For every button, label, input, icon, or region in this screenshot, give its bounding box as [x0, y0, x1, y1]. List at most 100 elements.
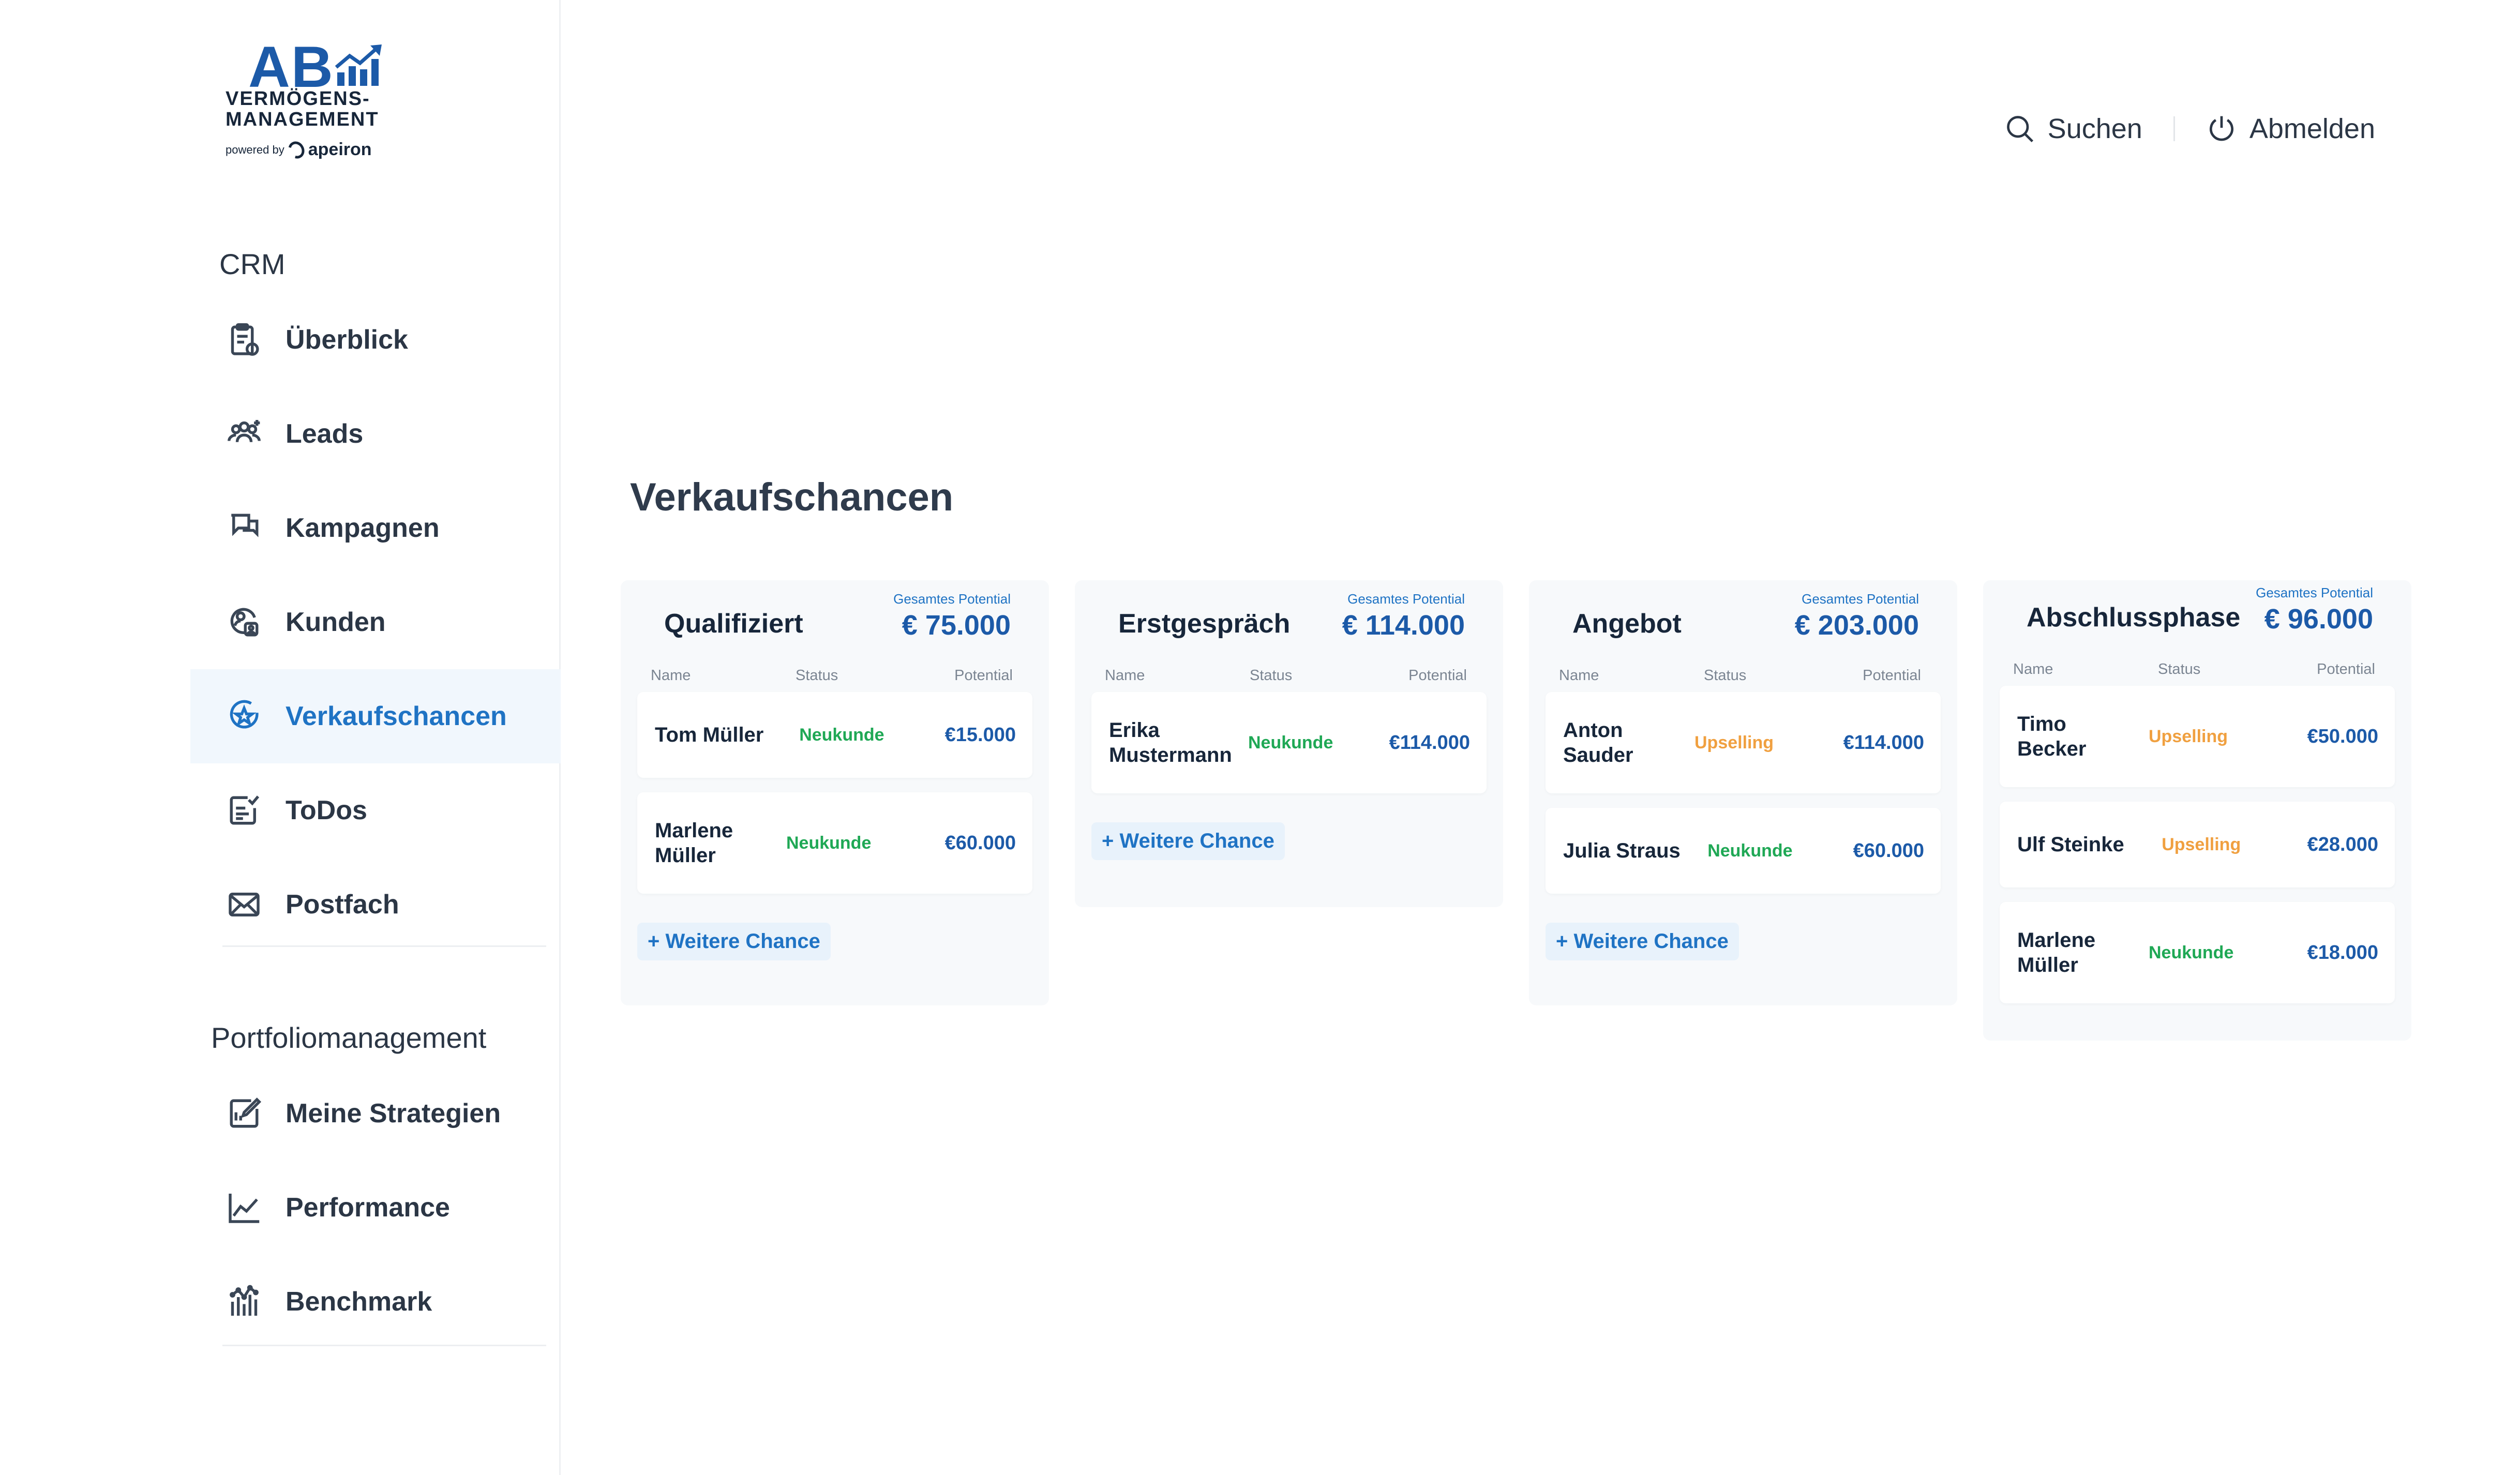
opportunity-card[interactable]: Ulf Steinke Upselling €28.000	[2000, 802, 2395, 887]
column-table-headers: Name Status Potential	[1091, 659, 1487, 692]
sidebar-item-label: Leads	[286, 419, 364, 449]
column-header: Qualifiziert Gesamtes Potential € 75.000	[637, 580, 1032, 659]
sidebar-item-label: Verkaufschancen	[286, 701, 507, 731]
opportunity-card[interactable]: Marlene Müller Neukunde €60.000	[637, 792, 1032, 894]
power-icon	[2209, 116, 2233, 141]
apeiron-logo-icon	[285, 138, 308, 161]
section-title-portfoliomanagement: Portfoliomanagement	[211, 1021, 487, 1054]
sidebar-item-verkaufschancen[interactable]: Verkaufschancen	[190, 669, 561, 763]
add-opportunity-button[interactable]: + Weitere Chance	[1546, 923, 1739, 960]
logout-button[interactable]: Abmelden	[2206, 113, 2375, 145]
sidebar-item-leads[interactable]: Leads	[190, 387, 561, 481]
logo-line-2: MANAGEMENT	[226, 109, 379, 130]
sidebar: AB VERMÖGENS- MANAGEMENT powered by apei…	[0, 0, 561, 1475]
sidebar-item-label: Kunden	[286, 607, 386, 637]
company-logo[interactable]: AB VERMÖGENS- MANAGEMENT powered by apei…	[226, 38, 401, 162]
mail-icon	[223, 884, 265, 925]
sidebar-item-kampagnen[interactable]: Kampagnen	[190, 481, 561, 575]
header-name: Name	[651, 667, 691, 684]
column-title: Abschlussphase	[2027, 603, 2241, 633]
column-header: Erstgespräch Gesamtes Potential € 114.00…	[1091, 580, 1487, 659]
column-title: Angebot	[1572, 609, 1682, 639]
header-status: Status	[1250, 667, 1293, 684]
add-opportunity-button[interactable]: + Weitere Chance	[637, 923, 831, 960]
sidebar-item-ueberblick[interactable]: Überblick	[190, 293, 561, 387]
opportunity-card[interactable]: Julia Straus Neukunde €60.000	[1546, 808, 1941, 894]
opportunity-card[interactable]: Anton Sauder Upselling €114.000	[1546, 692, 1941, 793]
card-potential: €60.000	[1853, 839, 1924, 862]
header-potential: Potential	[2317, 660, 2375, 678]
sidebar-divider	[222, 945, 546, 947]
total-value: € 96.000	[2264, 604, 2373, 635]
topbar-separator	[2173, 116, 2175, 141]
total-value: € 203.000	[1794, 610, 1919, 641]
pipeline-column-qualifiziert: Qualifiziert Gesamtes Potential € 75.000…	[621, 580, 1049, 1005]
sidebar-item-meine-strategien[interactable]: Meine Strategien	[190, 1066, 561, 1161]
pipeline-column-erstgespraech: Erstgespräch Gesamtes Potential € 114.00…	[1075, 580, 1503, 907]
topbar: Suchen Abmelden	[2004, 113, 2375, 145]
logout-label: Abmelden	[2249, 113, 2375, 144]
sidebar-divider	[222, 1345, 546, 1346]
card-name: Marlene Müller	[2017, 929, 2096, 976]
header-potential: Potential	[1408, 667, 1467, 684]
sidebar-item-label: Meine Strategien	[286, 1098, 501, 1128]
total-caption: Gesamtes Potential	[1802, 591, 1919, 607]
search-button[interactable]: Suchen	[2004, 113, 2142, 145]
card-name: Timo Becker	[2017, 713, 2087, 760]
column-total: Gesamtes Potential € 96.000	[2256, 585, 2373, 653]
sidebar-item-postfach[interactable]: Postfach	[190, 857, 561, 952]
column-total: Gesamtes Potential € 114.000	[1342, 591, 1465, 659]
card-status: Upselling	[1694, 732, 1774, 752]
growth-chart-icon	[335, 44, 382, 86]
card-name: Ulf Steinke	[2017, 833, 2124, 856]
checklist-icon	[223, 790, 265, 831]
opportunity-card[interactable]: Timo Becker Upselling €50.000	[2000, 686, 2395, 787]
card-status: Neukunde	[1248, 732, 1333, 752]
users-icon	[223, 413, 265, 455]
header-potential: Potential	[1863, 667, 1921, 684]
star-badge-icon	[223, 696, 265, 737]
clipboard-icon	[223, 319, 265, 360]
column-title: Qualifiziert	[664, 609, 803, 639]
sidebar-item-label: Benchmark	[286, 1287, 432, 1317]
pipeline-column-angebot: Angebot Gesamtes Potential € 203.000 Nam…	[1529, 580, 1957, 1005]
sidebar-item-label: Kampagnen	[286, 513, 440, 543]
card-name: Anton Sauder	[1563, 719, 1633, 766]
card-status: Upselling	[2162, 834, 2241, 854]
card-potential: €15.000	[944, 724, 1016, 746]
add-opportunity-button[interactable]: + Weitere Chance	[1091, 822, 1285, 860]
opportunity-card[interactable]: Erika Mustermann Neukunde €114.000	[1091, 692, 1487, 793]
sidebar-item-label: ToDos	[286, 795, 367, 825]
search-icon	[2006, 116, 2033, 143]
column-header: Abschlussphase Gesamtes Potential € 96.0…	[2000, 580, 2395, 653]
sidebar-item-kunden[interactable]: Kunden	[190, 575, 561, 669]
header-name: Name	[2013, 660, 2053, 678]
page-title: Verkaufschancen	[630, 475, 954, 519]
header-name: Name	[1105, 667, 1145, 684]
card-potential: €18.000	[2307, 941, 2378, 964]
column-total: Gesamtes Potential € 203.000	[1795, 591, 1919, 659]
card-potential: €50.000	[2307, 725, 2378, 747]
sidebar-item-label: Postfach	[286, 890, 399, 920]
sidebar-item-performance[interactable]: Performance	[190, 1161, 561, 1255]
header-name: Name	[1559, 667, 1599, 684]
column-table-headers: Name Status Potential	[637, 659, 1032, 692]
chat-icon	[223, 507, 265, 549]
section-title-crm: CRM	[219, 248, 286, 280]
pipeline-column-abschlussphase: Abschlussphase Gesamtes Potential € 96.0…	[1983, 580, 2411, 1041]
powered-by: powered by apeiron	[226, 138, 372, 161]
sidebar-item-benchmark[interactable]: Benchmark	[190, 1255, 561, 1349]
search-label: Suchen	[2047, 113, 2142, 144]
column-table-headers: Name Status Potential	[1546, 659, 1941, 692]
sidebar-item-label: Überblick	[286, 325, 408, 355]
bar-chart-icon	[223, 1281, 265, 1322]
sidebar-item-todos[interactable]: ToDos	[190, 763, 561, 857]
card-potential: €114.000	[1389, 731, 1470, 754]
opportunity-card[interactable]: Tom Müller Neukunde €15.000	[637, 692, 1032, 778]
total-caption: Gesamtes Potential	[893, 591, 1011, 607]
total-value: € 114.000	[1342, 610, 1465, 641]
card-name: Erika Mustermann	[1109, 719, 1232, 766]
card-name: Tom Müller	[655, 724, 764, 746]
total-value: € 75.000	[902, 610, 1011, 641]
opportunity-card[interactable]: Marlene Müller Neukunde €18.000	[2000, 902, 2395, 1003]
